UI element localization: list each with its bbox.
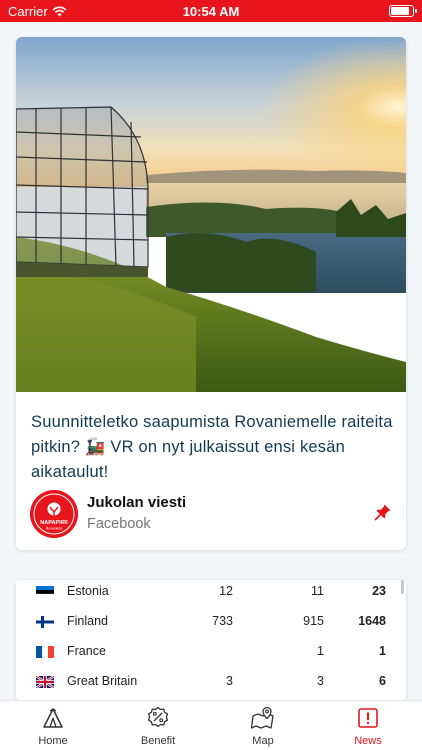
tab-label: News bbox=[354, 735, 382, 747]
cell-value: 1 bbox=[317, 644, 324, 658]
cell-value: 12 bbox=[219, 584, 233, 598]
tent-icon bbox=[43, 708, 63, 728]
tab-label: Benefit bbox=[140, 735, 176, 747]
logo-text: NAPAPIIRI bbox=[40, 520, 68, 526]
news-card[interactable]: Suunnitteletko saapumista Rovaniemelle r… bbox=[16, 37, 406, 550]
tab-label: Home bbox=[38, 735, 68, 747]
map-pin-icon bbox=[251, 706, 274, 729]
country-name: Finland bbox=[67, 614, 108, 628]
total-value: 1648 bbox=[358, 614, 386, 628]
tab-benefit[interactable]: Benefit bbox=[113, 701, 203, 750]
table-row: Great Britain 3 3 6 bbox=[16, 670, 406, 700]
logo-subtext: Rovaniemi bbox=[46, 527, 63, 531]
cell-value: 3 bbox=[317, 674, 324, 688]
status-time: 10:54 AM bbox=[182, 4, 240, 19]
tab-label: Map bbox=[252, 735, 274, 747]
country-name: Great Britain bbox=[67, 674, 138, 688]
great-britain-flag-icon bbox=[36, 676, 54, 688]
battery-fill bbox=[391, 7, 409, 15]
table-row: France 1 1 bbox=[16, 640, 406, 670]
statistics-table[interactable]: Estonia 12 11 23 Finland 733 915 1648 Fr… bbox=[16, 580, 406, 700]
country-name: France bbox=[67, 644, 106, 658]
table-row: Estonia 12 11 23 bbox=[16, 580, 406, 610]
tab-news[interactable]: News bbox=[323, 701, 413, 750]
cell-value: 733 bbox=[212, 614, 233, 628]
estonia-flag-icon bbox=[36, 586, 54, 598]
country-name: Estonia bbox=[67, 584, 109, 598]
total-value: 23 bbox=[372, 584, 386, 598]
tab-home[interactable]: Home bbox=[8, 701, 98, 750]
cell-value: 915 bbox=[303, 614, 324, 628]
news-image[interactable] bbox=[16, 37, 406, 392]
tab-map[interactable]: Map bbox=[218, 701, 308, 750]
news-headline[interactable]: Suunnitteletko saapumista Rovaniemelle r… bbox=[31, 410, 393, 485]
battery-icon bbox=[389, 5, 417, 17]
source-platform: Facebook bbox=[87, 516, 151, 532]
total-value: 1 bbox=[379, 644, 386, 658]
status-bar: Carrier 10:54 AM bbox=[0, 0, 422, 22]
source-logo: NAPAPIIRI Rovaniemi bbox=[30, 490, 78, 538]
cell-value: 3 bbox=[226, 674, 233, 688]
pin-icon[interactable] bbox=[374, 503, 392, 521]
cell-value: 11 bbox=[311, 584, 324, 598]
percent-badge-icon bbox=[147, 706, 169, 728]
finland-flag-icon bbox=[36, 616, 54, 628]
total-value: 6 bbox=[379, 674, 386, 688]
source-name: Jukolan viesti bbox=[87, 494, 187, 511]
tab-bar: Home Benefit Map News bbox=[0, 700, 422, 750]
table-row: Finland 733 915 1648 bbox=[16, 610, 406, 640]
alert-icon bbox=[358, 708, 378, 728]
france-flag-icon bbox=[36, 646, 54, 658]
